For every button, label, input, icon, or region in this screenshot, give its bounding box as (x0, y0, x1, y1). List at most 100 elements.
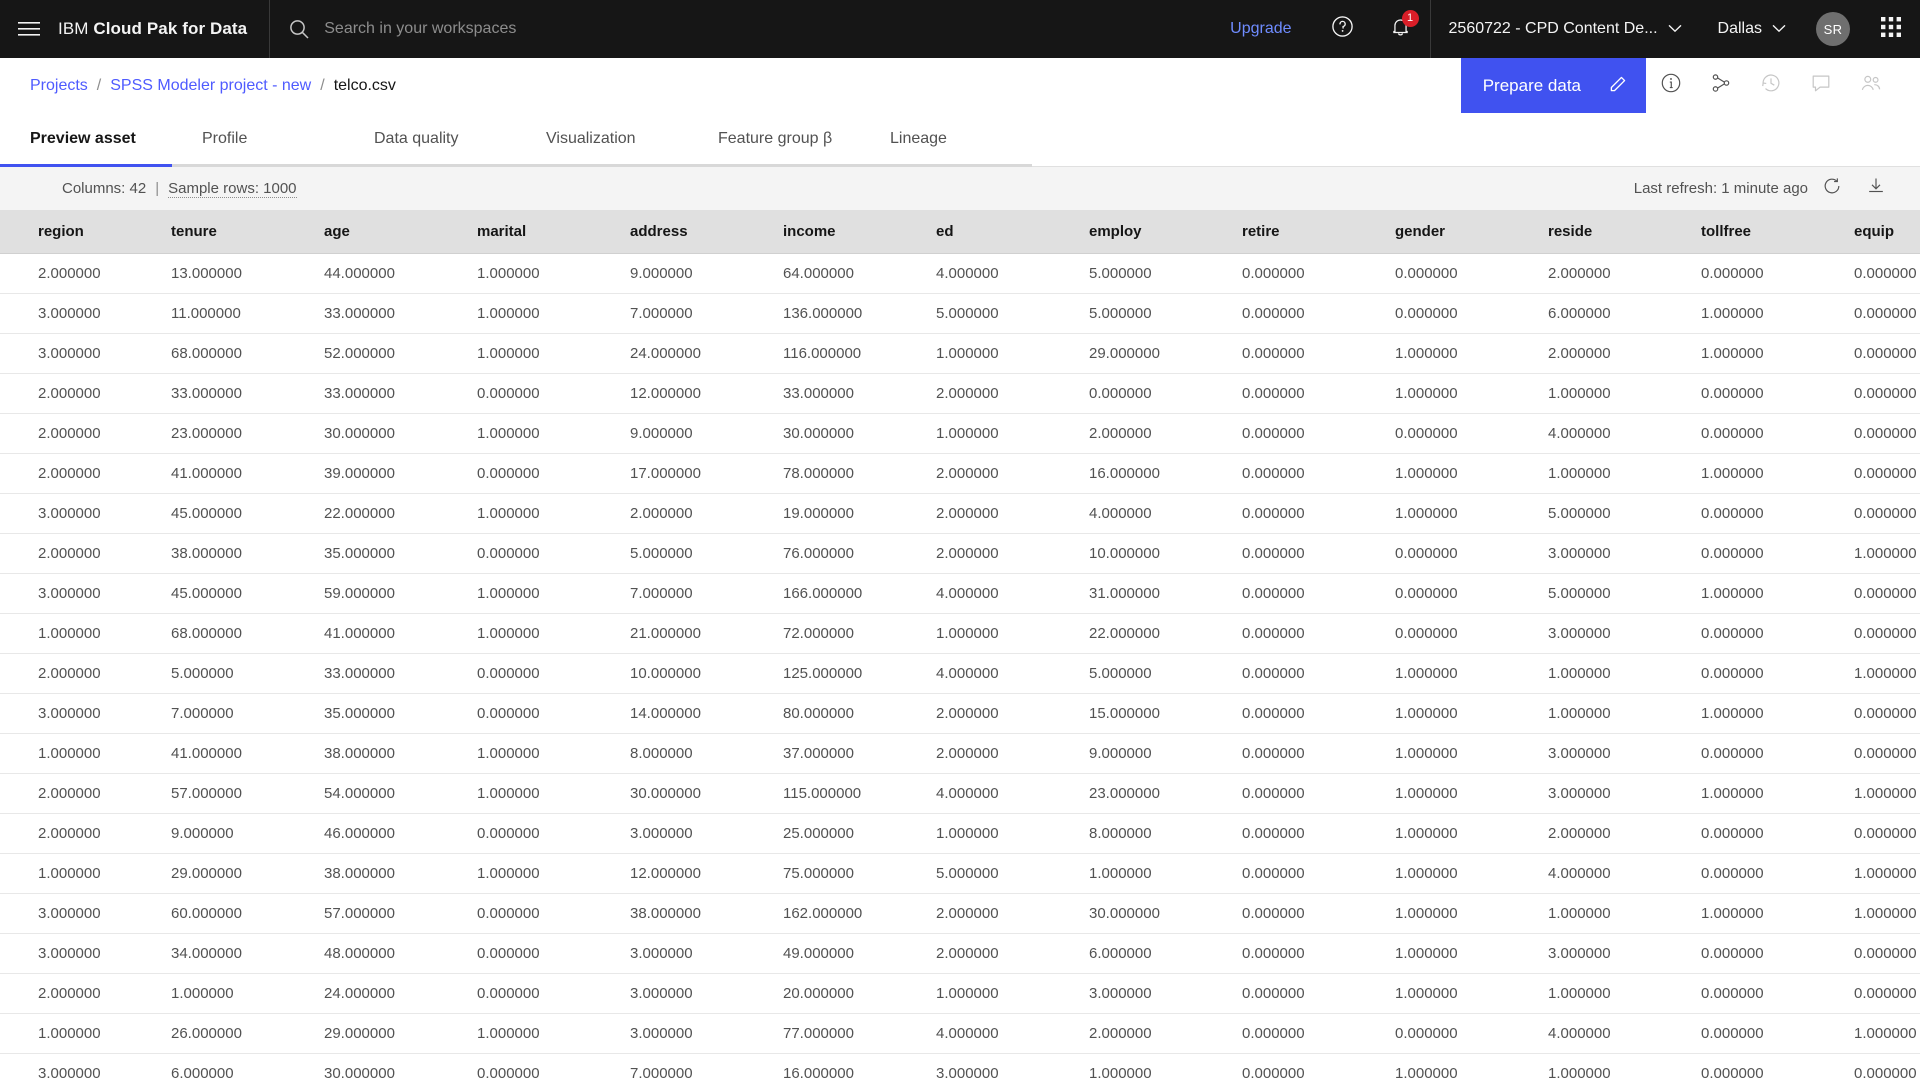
table-row[interactable]: 3.000000 60.000000 57.000000 0.000000 38.000… (0, 893, 1920, 934)
table-cell-retire: 0.000000 (1224, 413, 1377, 454)
table-cell-ed: 4.000000 (918, 573, 1071, 614)
table-cell-tollfree: 0.000000 (1683, 813, 1836, 854)
table-cell-employ: 5.000000 (1071, 293, 1224, 334)
prepare-data-button[interactable]: Prepare data (1460, 58, 1646, 113)
breadcrumb-item-projects[interactable]: Projects (30, 77, 88, 95)
table-row[interactable]: 2.000000 13.000000 44.000000 1.000000 9.0000… (0, 253, 1920, 294)
table-cell-equip: 0.000000 (1836, 253, 1920, 294)
collaborators-button[interactable] (1846, 58, 1896, 113)
table-row[interactable]: 2.000000 41.000000 39.000000 0.000000 17.000… (0, 453, 1920, 494)
table-cell-age: 59.000000 (306, 573, 459, 614)
table-row[interactable]: 1.000000 26.000000 29.000000 1.000000 3.0000… (0, 1013, 1920, 1054)
table-cell-address: 2.000000 (612, 493, 765, 534)
region-label: Dallas (1717, 20, 1762, 37)
table-row[interactable]: 2.000000 57.000000 54.000000 1.000000 30.000… (0, 773, 1920, 814)
table-cell-equip: 0.000000 (1836, 933, 1920, 974)
info-button[interactable] (1646, 58, 1696, 113)
app-switcher-button[interactable] (1862, 0, 1920, 58)
table-cell-income: 77.000000 (765, 1013, 918, 1054)
column-header-address[interactable]: address (612, 211, 765, 254)
notifications-button[interactable]: 1 (1372, 0, 1430, 58)
download-button[interactable] (1856, 167, 1896, 211)
refresh-button[interactable] (1812, 167, 1852, 211)
column-header-retire[interactable]: retire (1224, 211, 1377, 254)
breadcrumb-separator: / (96, 76, 102, 94)
table-row[interactable]: 2.000000 5.000000 33.000000 0.000000 10.0000… (0, 653, 1920, 694)
table-row[interactable]: 1.000000 41.000000 38.000000 1.000000 8.0000… (0, 733, 1920, 774)
help-circle-icon (1331, 15, 1354, 43)
table-cell-employ: 6.000000 (1071, 933, 1224, 974)
help-button[interactable] (1314, 0, 1372, 58)
table-row[interactable]: 1.000000 29.000000 38.000000 1.000000 12.000… (0, 853, 1920, 894)
data-preview-table-area[interactable]: region tenure age marital address income ed emp… (0, 211, 1920, 1080)
column-header-age[interactable]: age (306, 211, 459, 254)
relationships-icon (1710, 72, 1732, 99)
table-cell-region: 3.000000 (0, 493, 153, 534)
table-cell-tollfree: 1.000000 (1683, 893, 1836, 934)
table-cell-retire: 0.000000 (1224, 813, 1377, 854)
search-input[interactable] (324, 0, 791, 58)
sample-rows-label[interactable]: Sample rows: 1000 (168, 180, 297, 198)
table-row[interactable]: 3.000000 34.000000 48.000000 0.000000 3.0000… (0, 933, 1920, 974)
table-cell-reside: 1.000000 (1530, 973, 1683, 1014)
table-row[interactable]: 2.000000 33.000000 33.000000 0.000000 12.000… (0, 373, 1920, 414)
global-search[interactable] (270, 0, 791, 58)
breadcrumb-item-project[interactable]: SPSS Modeler project - new (110, 77, 311, 95)
table-row[interactable]: 3.000000 68.000000 52.000000 1.000000 24.000… (0, 333, 1920, 374)
table-cell-marital: 0.000000 (459, 973, 612, 1014)
table-cell-address: 9.000000 (612, 253, 765, 294)
table-row[interactable]: 3.000000 7.000000 35.000000 0.000000 14.0000… (0, 693, 1920, 734)
table-row[interactable]: 2.000000 9.000000 46.000000 0.000000 3.00000… (0, 813, 1920, 854)
column-header-tenure[interactable]: tenure (153, 211, 306, 254)
table-cell-gender: 1.000000 (1377, 493, 1530, 534)
column-header-employ[interactable]: employ (1071, 211, 1224, 254)
upgrade-button[interactable]: Upgrade (1208, 0, 1313, 58)
tab-profile[interactable]: Profile (172, 113, 344, 167)
table-cell-region: 3.000000 (0, 893, 153, 934)
table-cell-equip: 1.000000 (1836, 773, 1920, 814)
hamburger-menu-icon[interactable] (0, 0, 58, 58)
table-cell-ed: 1.000000 (918, 813, 1071, 854)
tab-data-quality[interactable]: Data quality (344, 113, 516, 167)
column-header-marital[interactable]: marital (459, 211, 612, 254)
history-button[interactable] (1746, 58, 1796, 113)
column-header-region[interactable]: region (0, 211, 153, 254)
table-cell-employ: 1.000000 (1071, 853, 1224, 894)
table-cell-gender: 1.000000 (1377, 973, 1530, 1014)
table-row[interactable]: 3.000000 45.000000 22.000000 1.000000 2.0000… (0, 493, 1920, 534)
table-cell-ed: 4.000000 (918, 773, 1071, 814)
table-row[interactable]: 2.000000 1.000000 24.000000 0.000000 3.00000… (0, 973, 1920, 1014)
column-header-gender[interactable]: gender (1377, 211, 1530, 254)
table-cell-address: 3.000000 (612, 1013, 765, 1054)
column-header-tollfree[interactable]: tollfree (1683, 211, 1836, 254)
table-cell-equip: 0.000000 (1836, 1053, 1920, 1080)
column-header-ed[interactable]: ed (918, 211, 1071, 254)
table-row[interactable]: 3.000000 11.000000 33.000000 1.000000 7.0000… (0, 293, 1920, 334)
table-cell-address: 7.000000 (612, 573, 765, 614)
tab-preview-asset[interactable]: Preview asset (0, 113, 172, 167)
column-header-reside[interactable]: reside (1530, 211, 1683, 254)
table-cell-age: 35.000000 (306, 693, 459, 734)
comments-button[interactable] (1796, 58, 1846, 113)
region-selector[interactable]: Dallas (1700, 0, 1804, 58)
table-cell-equip: 0.000000 (1836, 293, 1920, 334)
tab-lineage[interactable]: Lineage (860, 113, 1032, 167)
table-cell-reside: 2.000000 (1530, 253, 1683, 294)
column-header-income[interactable]: income (765, 211, 918, 254)
tab-feature-group[interactable]: Feature group β (688, 113, 860, 167)
table-row[interactable]: 3.000000 45.000000 59.000000 1.000000 7.0000… (0, 573, 1920, 614)
app-brand-title[interactable]: IBM Cloud Pak for Data (58, 19, 269, 39)
account-selector[interactable]: 2560722 - CPD Content De... (1431, 0, 1700, 58)
table-cell-age: 30.000000 (306, 413, 459, 454)
table-cell-region: 3.000000 (0, 573, 153, 614)
relationships-button[interactable] (1696, 58, 1746, 113)
table-cell-region: 3.000000 (0, 693, 153, 734)
table-row[interactable]: 2.000000 38.000000 35.000000 0.000000 5.0000… (0, 533, 1920, 574)
table-row[interactable]: 1.000000 68.000000 41.000000 1.000000 21.000… (0, 613, 1920, 654)
user-profile-button[interactable]: SR (1804, 0, 1862, 58)
column-header-equip[interactable]: equip (1836, 211, 1920, 254)
table-row[interactable]: 2.000000 23.000000 30.000000 1.000000 9.0000… (0, 413, 1920, 454)
table-row[interactable]: 3.000000 6.000000 30.000000 0.000000 7.00000… (0, 1053, 1920, 1080)
table-cell-tenure: 29.000000 (153, 853, 306, 894)
tab-visualization[interactable]: Visualization (516, 113, 688, 167)
